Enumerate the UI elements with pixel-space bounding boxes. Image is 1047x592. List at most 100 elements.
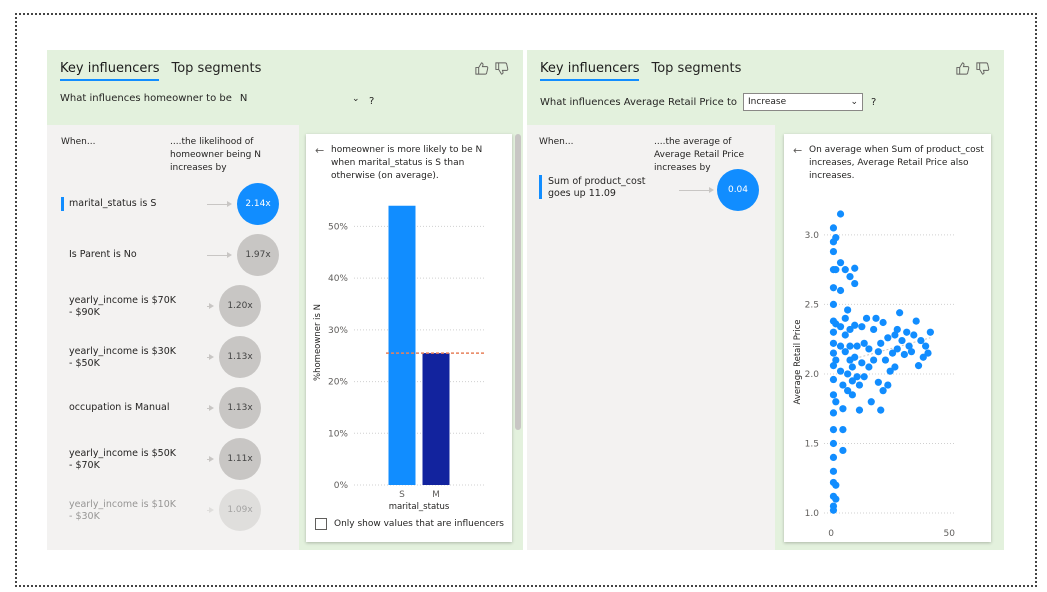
influencers-list: When... ....the likelihood of homeowner … — [47, 125, 299, 550]
x-axis-label: marital_status — [389, 502, 450, 512]
influencer-row[interactable]: yearly_income is $50K - $70K 1.11x — [47, 437, 287, 481]
influence-bubble[interactable]: 1.11x — [219, 438, 261, 480]
thumbs-up-icon[interactable] — [955, 61, 970, 76]
scatter-point — [877, 406, 885, 414]
influencer-row[interactable]: yearly_income is $70K - $90K 1.20x — [47, 284, 287, 328]
tab-top-segments[interactable]: Top segments — [651, 61, 741, 81]
influencer-row[interactable]: marital_status is S 2.14x — [47, 182, 287, 226]
connector-arrow — [209, 354, 214, 360]
y-tick-label: 3.0 — [805, 231, 820, 241]
connector-arrow — [227, 201, 232, 207]
connector-arrow — [709, 187, 714, 193]
scatter-point — [832, 356, 840, 364]
scatter-point — [898, 336, 906, 345]
scatter-point — [829, 506, 838, 514]
y-tick-label: 1.0 — [805, 509, 820, 519]
influence-bubble[interactable]: 1.13x — [219, 387, 261, 429]
scatter-point — [907, 348, 916, 356]
influencer-label: yearly_income is $30K - $50K — [69, 346, 176, 369]
question-label: What influences homeowner to be — [60, 93, 232, 104]
scatter-point — [917, 336, 925, 345]
scatter-point — [896, 309, 904, 317]
scatter-point — [900, 350, 908, 359]
scatter-point — [829, 339, 838, 347]
help-icon[interactable]: ? — [871, 97, 876, 108]
y-tick-label: 20% — [328, 378, 348, 388]
scrollbar[interactable] — [515, 134, 521, 430]
scatter-point — [851, 264, 859, 272]
when-header: When... — [539, 137, 574, 147]
scatter-point — [867, 398, 875, 406]
influencer-label: occupation is Manual — [69, 402, 170, 413]
direction-select[interactable]: Increase ⌄ — [743, 93, 864, 111]
y-axis-label: Average Retail Price — [793, 319, 803, 404]
thumbs-down-icon[interactable] — [975, 61, 990, 76]
tab-key-influencers[interactable]: Key influencers — [540, 61, 640, 81]
scatter-point — [879, 387, 887, 395]
thumbs-up-icon[interactable] — [474, 61, 489, 76]
influence-bubble[interactable]: 1.13x — [219, 336, 261, 378]
selection-indicator — [61, 197, 64, 211]
influencer-label: yearly_income is $50K - $70K — [69, 448, 176, 471]
influencer-label: yearly_income is $10K - $30K — [69, 499, 176, 522]
scatter-point — [829, 425, 838, 434]
influencer-row[interactable]: yearly_income is $10K - $30K 1.09x — [47, 488, 287, 532]
y-tick-label: 30% — [328, 326, 348, 336]
y-tick-label: 1.5 — [805, 440, 819, 450]
scatter-point — [914, 362, 923, 370]
scatter-point — [858, 359, 866, 367]
key-influencers-visual-homeowner: Key influencers Top segments What influe… — [47, 50, 523, 550]
question-value-dropdown[interactable]: N — [240, 93, 247, 104]
influencers-only-checkbox[interactable]: Only show values that are influencers — [315, 518, 504, 530]
scatter-point — [855, 406, 864, 414]
chevron-down-icon[interactable]: ⌄ — [352, 94, 360, 104]
scatter-point — [872, 314, 880, 322]
influencer-row[interactable]: Is Parent is No 1.97x — [47, 233, 287, 277]
scatter-point — [893, 345, 901, 353]
scatter-point — [870, 356, 878, 364]
scatter-point — [829, 391, 838, 399]
help-icon[interactable]: ? — [369, 96, 374, 107]
scatter-point — [910, 331, 918, 339]
scatter-point — [846, 342, 854, 350]
influencer-row[interactable]: occupation is Manual 1.13x — [47, 386, 287, 430]
thumbs-down-icon[interactable] — [494, 61, 509, 76]
influence-bubble[interactable]: 1.97x — [237, 234, 279, 276]
scatter-point — [903, 328, 911, 336]
scatter-point — [853, 342, 861, 350]
tab-key-influencers[interactable]: Key influencers — [60, 61, 160, 81]
influencers-list: When... ....the average of Average Retai… — [527, 125, 775, 550]
scatter-point — [841, 331, 849, 339]
scatter-point — [879, 318, 887, 327]
connector-arrow — [209, 405, 214, 411]
tab-top-segments[interactable]: Top segments — [171, 61, 261, 81]
scatter-point — [836, 342, 845, 350]
scatter-point — [855, 381, 864, 389]
scatter-point — [829, 349, 838, 357]
scatter-point — [851, 353, 859, 361]
scatter-point — [839, 381, 847, 389]
scatter-point — [848, 391, 856, 399]
scatter-chart: 1.01.52.02.53.0050Sum of product_costAve… — [793, 210, 955, 539]
detail-card: ← On average when Sum of product_cost in… — [784, 134, 991, 542]
scatter-point — [891, 363, 899, 371]
influencer-row[interactable]: Sum of product_cost goes up 11.09 0.04 — [527, 169, 767, 215]
scatter-point — [846, 272, 854, 281]
influence-bubble[interactable]: 2.14x — [237, 183, 279, 225]
x-tick-label: S — [399, 490, 405, 500]
scatter-point — [922, 342, 930, 350]
checkbox[interactable] — [315, 518, 327, 530]
influence-bubble[interactable]: 1.20x — [219, 285, 261, 327]
checkbox-label: Only show values that are influencers — [334, 519, 504, 529]
visual-tabs: Key influencers Top segments — [60, 61, 261, 81]
scatter-point — [829, 284, 838, 292]
influencer-row[interactable]: yearly_income is $30K - $50K 1.13x — [47, 335, 287, 379]
influence-bubble[interactable]: 1.09x — [219, 489, 261, 531]
question-row: What influences Average Retail Price to … — [540, 93, 876, 111]
key-influencers-visual-retail-price: Key influencers Top segments What influe… — [527, 50, 1004, 550]
scatter-point — [841, 266, 849, 274]
influence-bubble[interactable]: 0.04 — [717, 169, 759, 211]
connector-arrow — [209, 303, 214, 309]
scatter-point — [865, 363, 873, 371]
connector-arrow — [209, 456, 214, 462]
